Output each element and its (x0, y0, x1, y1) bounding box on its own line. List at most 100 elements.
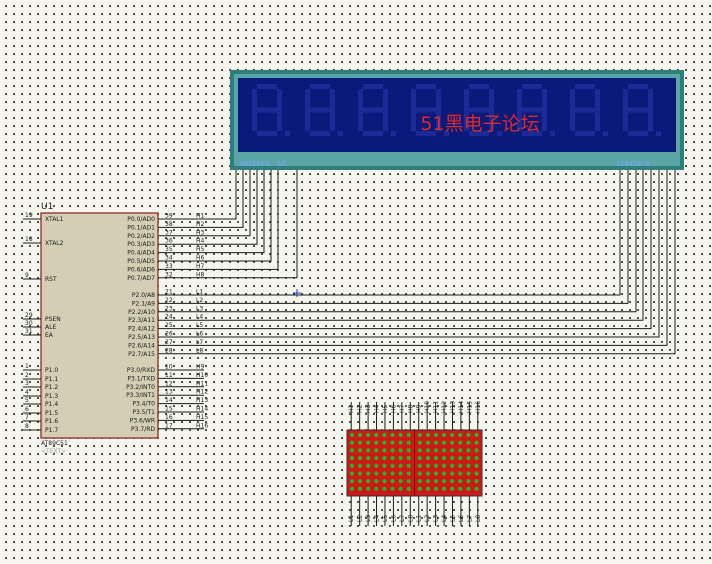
pin-number: 8 (25, 423, 29, 430)
segment (628, 131, 648, 136)
segment-dp (656, 131, 661, 136)
chip-part: AT89C51 (41, 440, 68, 447)
schematic-canvas: 51黑电子论坛 ABCDEFG DP 12345678 U1 19XTAL118… (23, 70, 684, 526)
led (382, 479, 387, 484)
led (417, 456, 422, 461)
led (417, 432, 422, 438)
led (458, 486, 463, 491)
pin-number: 5 (25, 397, 29, 404)
net-label: L5 (449, 515, 456, 522)
wire (180, 170, 668, 346)
pin-number: 6 (25, 406, 29, 413)
segment (310, 131, 330, 136)
led (425, 486, 430, 491)
net-label: H15 (196, 414, 208, 421)
wire (180, 170, 265, 254)
segment (522, 84, 542, 89)
pin-name: P1.3 (45, 393, 58, 400)
led (398, 456, 403, 461)
led (374, 479, 379, 484)
net-label: H10 (196, 372, 208, 379)
led (398, 432, 403, 438)
segment (522, 107, 542, 113)
chip-text-placeholder: <TEXT> (41, 448, 66, 455)
led (450, 479, 455, 484)
led (382, 448, 387, 453)
led (390, 486, 395, 491)
segment (542, 89, 547, 110)
seven-segment-display[interactable]: 51黑电子论坛 ABCDEFG DP 12345678 (230, 70, 684, 170)
pin-name: P3.0/RXD (127, 367, 155, 374)
led (433, 456, 439, 461)
led (398, 471, 403, 476)
led (406, 432, 411, 438)
led (349, 432, 355, 438)
pin-number: 24 (165, 314, 173, 321)
net-label: H5 (382, 404, 389, 413)
net-label: L8 (196, 347, 203, 354)
led (474, 448, 479, 453)
net-label: H7 (196, 263, 205, 270)
led (358, 479, 363, 484)
segment (436, 89, 441, 110)
pin-number: 25 (165, 322, 173, 329)
led (374, 471, 379, 476)
led (474, 471, 479, 476)
led (450, 471, 455, 476)
led (406, 456, 411, 461)
pin-number: 21 (165, 289, 173, 296)
pin-number: 3 (25, 380, 29, 387)
led (442, 432, 447, 438)
pin-name: P1.1 (45, 376, 58, 383)
segment (305, 89, 310, 110)
segment (305, 110, 310, 131)
pin-name: PSEN (45, 316, 61, 323)
segment (570, 110, 575, 131)
pin-name: P3.3/INT1 (126, 392, 155, 399)
led (349, 448, 355, 453)
segment (330, 110, 335, 131)
led (417, 471, 422, 476)
net-label: L7 (466, 515, 473, 522)
pin-name: P2.7/A15 (128, 351, 155, 358)
led (458, 440, 463, 445)
pin-name: P2.1/A9 (132, 300, 155, 307)
led (406, 448, 411, 453)
segment (469, 84, 489, 89)
led (442, 471, 447, 476)
net-label: H1 (348, 404, 355, 413)
led (425, 463, 430, 468)
segment (358, 89, 363, 110)
led (474, 486, 479, 491)
pin-name: XTAL2 (45, 240, 64, 247)
led-matrix[interactable]: H1 H2 H3 H4 H5 H6 H7 H8 H9 H10 H11 H12 H13 H14 H15 H16 L… (346, 401, 483, 526)
led (458, 471, 463, 476)
net-label: L6 (196, 331, 203, 338)
crosshair-marker (293, 289, 301, 297)
pin-name: P2.6/A14 (128, 342, 155, 349)
led (450, 456, 455, 461)
led (425, 471, 430, 476)
pin-number: 31 (25, 328, 33, 335)
pin-name: RST (45, 276, 57, 283)
pin-name: P1.5 (45, 410, 58, 417)
led (358, 486, 363, 491)
led (417, 486, 422, 491)
net-label: H15 (466, 401, 473, 413)
led (458, 479, 463, 484)
pin-number: 14 (165, 397, 173, 404)
net-label: L5 (196, 322, 203, 329)
pin-name: P1.0 (45, 367, 58, 374)
segment (623, 110, 628, 131)
net-label: H14 (458, 401, 465, 413)
led (442, 456, 447, 461)
net-label: H1 (196, 213, 205, 220)
segment (310, 107, 330, 113)
pin-number: 30 (25, 320, 33, 327)
net-label: H13 (449, 401, 456, 413)
pin-number: 33 (165, 263, 173, 270)
segment-dp (603, 131, 608, 136)
led (358, 432, 363, 438)
segment (277, 110, 282, 131)
led (406, 479, 411, 484)
